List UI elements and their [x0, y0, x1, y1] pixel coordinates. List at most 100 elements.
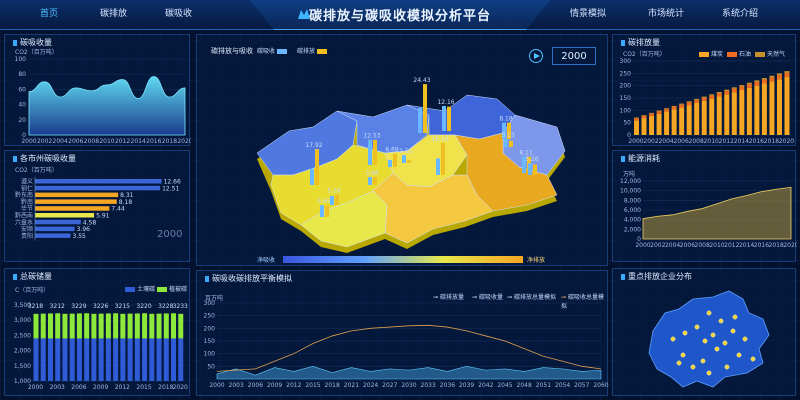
vegetation-bar — [127, 313, 133, 339]
category-label: 遵义 — [21, 178, 33, 186]
map-emission-bar — [335, 194, 339, 205]
x-tick-label: 2016 — [146, 138, 161, 145]
gas-bar — [731, 87, 737, 89]
city-bar — [35, 206, 110, 211]
y-tick-label: 100 — [620, 107, 632, 114]
nav-scenario[interactable]: 情景模拟 — [570, 6, 606, 19]
x-tick-label: 2018 — [764, 138, 779, 145]
enterprise-marker — [706, 370, 712, 376]
x-tick-label: 2016 — [749, 138, 764, 145]
map-absorb-bar — [388, 159, 392, 167]
map-absorb-bar — [436, 158, 440, 175]
map-emission-bar — [533, 164, 537, 175]
coal-bar — [739, 89, 745, 135]
coal-bar — [679, 107, 685, 135]
y-tick-label: 250 — [620, 70, 632, 77]
value-label: 3220 — [136, 303, 151, 310]
map-emission-bar — [325, 205, 329, 217]
x-tick-label: 2000 — [635, 242, 650, 249]
oil-bar — [761, 79, 767, 84]
oil-bar — [664, 109, 670, 112]
map-absorb-bar — [368, 139, 372, 165]
value-label: 3212 — [50, 303, 65, 310]
x-tick-label: 2014 — [131, 138, 146, 145]
oil-bar — [776, 75, 782, 80]
soil-bar — [69, 338, 75, 381]
panel-carbon-absorption: 碳吸收量 CO2（百万吨） 0 20 40 60 80 100 2000 2002 2004 20… — [4, 34, 191, 146]
energy-area — [642, 186, 792, 240]
city-bar — [35, 213, 95, 218]
map-absorb-bar — [442, 105, 446, 131]
enterprise-marker — [690, 364, 696, 370]
y-tick-label: 250 — [204, 313, 216, 320]
coal-bar — [641, 118, 647, 135]
nav-market[interactable]: 市场统计 — [648, 6, 684, 19]
map-value-label: 3.13 — [501, 132, 515, 139]
enterprise-distribution-map[interactable] — [613, 269, 797, 397]
page-title: 碳排放与碳吸收模拟分析平台 — [308, 9, 491, 24]
nav-home[interactable]: 首页 — [40, 6, 58, 19]
balance-line-chart: 50 100 150 200 250 300 2000 2003 2006 2009 2012 201… — [204, 300, 609, 389]
vegetation-bar — [142, 313, 148, 339]
nav-emission[interactable]: 碳排放 — [100, 6, 127, 19]
map-value-label: 12.16 — [437, 99, 454, 106]
soil-bar — [55, 338, 61, 381]
x-tick-label: 2057 — [574, 382, 589, 389]
oil-bar — [694, 100, 700, 103]
color-scale-bar — [283, 256, 523, 263]
city-bar — [35, 192, 119, 198]
city-bar — [35, 199, 117, 204]
gas-bar — [671, 105, 677, 107]
oil-bar — [769, 77, 775, 82]
gas-bar — [716, 91, 722, 94]
gas-bar — [754, 80, 760, 83]
x-tick-label: 2006 — [248, 382, 263, 389]
top-navigation-bar: 首页 碳排放 碳吸收 碳排放与碳吸收模拟分析平台 情景模拟 市场统计 系统介绍 — [0, 0, 800, 30]
coal-bar — [754, 85, 760, 135]
oil-bar — [709, 95, 715, 99]
map-emission-bar — [447, 106, 451, 131]
oil-bar — [641, 115, 647, 119]
value-label: 3233 — [173, 303, 188, 310]
coal-bar — [656, 113, 662, 135]
vegetation-bar — [120, 313, 126, 339]
oil-bar — [701, 97, 707, 101]
x-tick-label: 2006 — [68, 138, 83, 145]
x-tick-label: 2014 — [739, 242, 754, 249]
gas-bar — [641, 115, 647, 116]
scale-right-label: 净排放 — [527, 257, 546, 264]
oil-bar — [649, 113, 655, 116]
nav-absorption[interactable]: 碳吸收 — [165, 6, 192, 19]
x-tick-label: 2004 — [665, 242, 680, 249]
category-label: 六盘水 — [15, 218, 33, 226]
vegetation-bar — [134, 313, 140, 339]
nav-about[interactable]: 系统介绍 — [722, 6, 758, 19]
y-tick-label: 200 — [204, 325, 216, 332]
guizhou-3d-map[interactable]: 17.92 12.53 5.16 6.69 3.96 1.55 24.43 12.16 16.1… — [197, 35, 609, 267]
soil-bar — [113, 338, 119, 381]
gas-bar — [776, 73, 782, 76]
value-label: 3218 — [28, 303, 43, 310]
category-label: 黔西南 — [15, 212, 33, 220]
enterprise-marker — [718, 318, 724, 324]
enterprise-marker — [750, 356, 756, 362]
panel-city-absorption: 各市州碳吸收量 CO2（百万吨） 2000 遵义 12.66 铜仁 12.51 黔东南 8… — [4, 150, 190, 262]
x-tick-label: 2018 — [162, 138, 177, 145]
gas-bar — [686, 101, 692, 103]
enterprise-marker — [736, 352, 742, 358]
city-absorption-bar-chart: 遵义 12.66铜仁 12.51黔东南 8.31黔南 8.18毕节 7.44黔西南 5.91… — [15, 177, 181, 241]
soil-bar — [98, 338, 104, 381]
absorption-area-chart: 0204060801002000 2002 2004 2006 2008 2010 2012… — [15, 56, 191, 145]
oil-bar — [754, 82, 760, 86]
enterprise-marker — [742, 336, 748, 342]
map-emission-bar — [423, 84, 427, 133]
gas-bar — [769, 75, 775, 78]
x-tick-label: 2018 — [769, 242, 784, 249]
y-tick-label: 2,500 — [14, 332, 31, 339]
coal-bar — [701, 100, 707, 135]
map-absorb-bar — [310, 168, 314, 185]
vegetation-bar — [40, 313, 46, 339]
map-value-label: 17.92 — [305, 142, 322, 149]
coal-bar — [776, 79, 782, 135]
vegetation-bar — [149, 313, 155, 339]
